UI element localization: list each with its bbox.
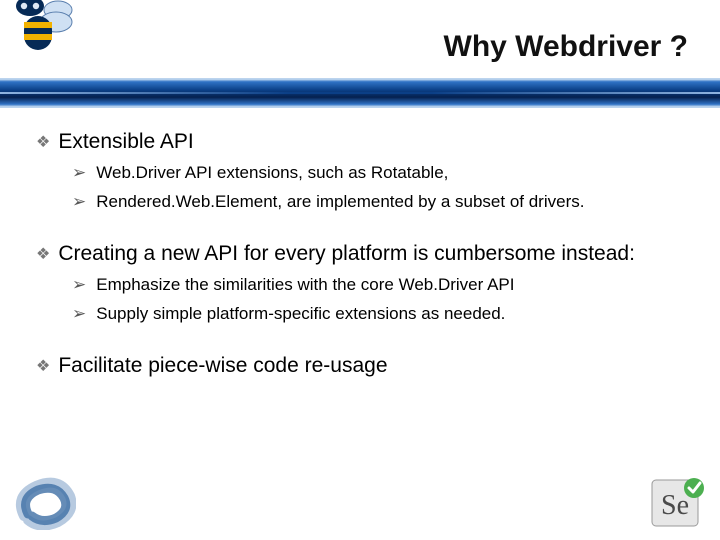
- sub-bullet-text: Emphasize the similarities with the core…: [96, 274, 514, 297]
- selenium-logo-icon: Se: [650, 476, 706, 530]
- arrow-bullet-icon: ➢: [72, 274, 86, 297]
- diamond-bullet-icon: ❖: [36, 356, 50, 376]
- sub-bullet: ➢ Supply simple platform-specific extens…: [72, 303, 692, 326]
- arrow-bullet-icon: ➢: [72, 303, 86, 326]
- bullet-label: Creating a new API for every platform is…: [58, 242, 635, 266]
- swirl-icon: [14, 476, 76, 530]
- bullet-label: Facilitate piece-wise code re-usage: [58, 354, 387, 378]
- sub-bullet-text: Web.Driver API extensions, such as Rotat…: [96, 162, 448, 185]
- bullet-extensible-api: ❖ Extensible API: [36, 130, 692, 154]
- bee-logo-icon: [8, 0, 80, 64]
- diamond-bullet-icon: ❖: [36, 132, 50, 152]
- sub-bullet-text: Supply simple platform-specific extensio…: [96, 303, 505, 326]
- svg-text:Se: Se: [661, 490, 689, 521]
- slide-header: Why Webdriver ?: [0, 0, 720, 110]
- bullet-reusage: ❖ Facilitate piece-wise code re-usage: [36, 354, 692, 378]
- bullet-new-api: ❖ Creating a new API for every platform …: [36, 242, 692, 266]
- arrow-bullet-icon: ➢: [72, 191, 86, 214]
- sub-bullet-text: Rendered.Web.Element, are implemented by…: [96, 191, 584, 214]
- sub-bullet: ➢ Emphasize the similarities with the co…: [72, 274, 692, 297]
- header-bar: [0, 78, 720, 108]
- bullet-label: Extensible API: [58, 130, 193, 154]
- slide-title: Why Webdriver ?: [444, 30, 688, 64]
- diamond-bullet-icon: ❖: [36, 244, 50, 264]
- sub-bullet: ➢ Web.Driver API extensions, such as Rot…: [72, 162, 692, 185]
- slide-content: ❖ Extensible API ➢ Web.Driver API extens…: [36, 130, 692, 386]
- arrow-bullet-icon: ➢: [72, 162, 86, 185]
- sub-bullet: ➢ Rendered.Web.Element, are implemented …: [72, 191, 692, 214]
